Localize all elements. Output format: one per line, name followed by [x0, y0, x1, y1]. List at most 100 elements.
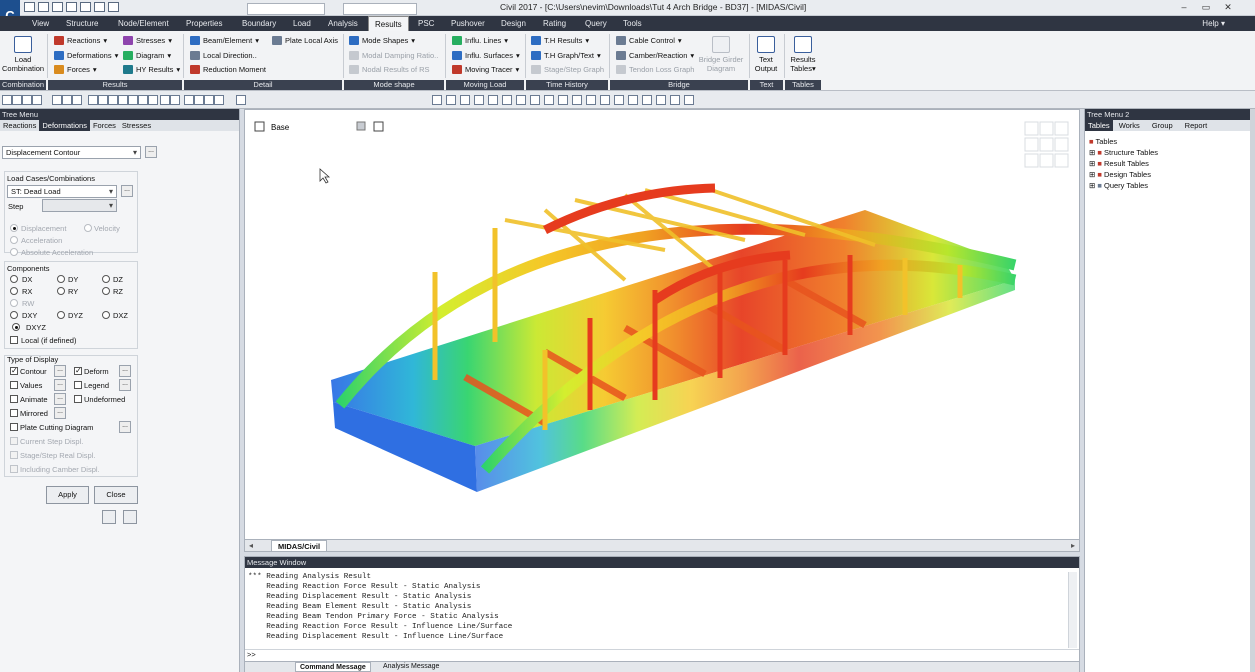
- help-label[interactable]: Help: [1202, 19, 1218, 28]
- restore-icon[interactable]: ▭: [1198, 1, 1214, 14]
- toolbar-tool-icon[interactable]: [236, 95, 246, 105]
- camber-checkbox[interactable]: [10, 465, 18, 473]
- toolbar-tool-icon[interactable]: [22, 95, 32, 105]
- message-scrollbar[interactable]: [1068, 572, 1077, 648]
- toolbar-tool-icon[interactable]: [160, 95, 170, 105]
- influ-surfaces-button[interactable]: Influ. Surfaces ▾: [452, 51, 520, 60]
- menu-boundary[interactable]: Boundary: [242, 16, 276, 31]
- toolbar-view-icon[interactable]: [544, 95, 554, 105]
- save-icon[interactable]: [52, 2, 63, 12]
- hy-results-button[interactable]: HY Results ▾: [123, 65, 180, 74]
- tendon-loss-graph-button[interactable]: Tendon Loss Graph: [616, 65, 694, 74]
- toolbar-select-1[interactable]: [247, 3, 325, 15]
- bridge-model-view[interactable]: Base: [245, 110, 1081, 541]
- toolbar-tool-icon[interactable]: [12, 95, 22, 105]
- step-select[interactable]: [42, 199, 117, 212]
- close-button[interactable]: Close: [94, 486, 138, 504]
- toolbar-view-icon[interactable]: [530, 95, 540, 105]
- radio-velocity[interactable]: [84, 224, 92, 232]
- cable-control-button[interactable]: Cable Control ▾: [616, 36, 682, 45]
- tree-item-query-tables[interactable]: ⊞ ■ Query Tables: [1089, 181, 1148, 190]
- menu-pushover[interactable]: Pushover: [451, 16, 485, 31]
- toolbar-view-icon[interactable]: [558, 95, 568, 105]
- save-as-icon[interactable]: [66, 2, 77, 12]
- close-icon[interactable]: ✕: [1220, 1, 1236, 14]
- deform-options-button[interactable]: ...: [119, 365, 131, 377]
- radio-dxyz[interactable]: [12, 323, 20, 331]
- view-axis-icon-2[interactable]: [373, 121, 384, 132]
- tab-command-message[interactable]: Command Message: [295, 662, 371, 672]
- toolbar-tool-icon[interactable]: [88, 95, 98, 105]
- load-case-select[interactable]: ST: Dead Load: [7, 185, 117, 198]
- toolbar-view-icon[interactable]: [446, 95, 456, 105]
- stresses-button[interactable]: Stresses ▾: [123, 36, 172, 45]
- radio-rx[interactable]: [10, 287, 18, 295]
- radio-rw[interactable]: [10, 299, 18, 307]
- help-menu[interactable]: Help ▾: [1202, 16, 1225, 31]
- tree-item-structure-tables[interactable]: ⊞ ■ Structure Tables: [1089, 148, 1158, 157]
- reduction-moment-button[interactable]: Reduction Moment: [190, 65, 266, 74]
- print-icon[interactable]: [80, 2, 91, 12]
- contour-checkbox[interactable]: ✓: [10, 367, 18, 375]
- toolbar-view-icon[interactable]: [684, 95, 694, 105]
- toolbar-view-icon[interactable]: [502, 95, 512, 105]
- camber-reaction-button[interactable]: Camber/Reaction ▾: [616, 51, 694, 60]
- deform-checkbox[interactable]: ✓: [74, 367, 82, 375]
- load-settings-icon[interactable]: [123, 510, 137, 524]
- toolbar-tool-icon[interactable]: [128, 95, 138, 105]
- toolbar-tool-icon[interactable]: [72, 95, 82, 105]
- tab-analysis-message[interactable]: Analysis Message: [379, 662, 443, 672]
- menu-view[interactable]: View: [32, 16, 49, 31]
- apply-button[interactable]: Apply: [46, 486, 89, 504]
- menu-results[interactable]: Results: [368, 16, 409, 31]
- tab-deformations[interactable]: Deformations: [39, 120, 90, 131]
- toolbar-view-icon[interactable]: [628, 95, 638, 105]
- toolbar-tool-icon[interactable]: [138, 95, 148, 105]
- toolbar-tool-icon[interactable]: [62, 95, 72, 105]
- undo-icon[interactable]: [94, 2, 105, 12]
- th-graph-text-button[interactable]: T.H Graph/Text ▾: [531, 51, 601, 60]
- tab-stresses[interactable]: Stresses: [119, 120, 154, 131]
- toolbar-tool-icon[interactable]: [98, 95, 108, 105]
- menu-structure[interactable]: Structure: [66, 16, 98, 31]
- toolbar-view-icon[interactable]: [460, 95, 470, 105]
- local-checkbox[interactable]: [10, 336, 18, 344]
- display-mode-select[interactable]: Displacement Contour: [2, 146, 141, 159]
- menu-node-element[interactable]: Node/Element: [118, 16, 169, 31]
- command-prompt[interactable]: >>: [245, 649, 1079, 659]
- new-file-icon[interactable]: [24, 2, 35, 12]
- radio-displacement[interactable]: [10, 224, 18, 232]
- toolbar-select-2[interactable]: [343, 3, 417, 15]
- toolbar-tool-icon[interactable]: [184, 95, 194, 105]
- radio-dy[interactable]: [57, 275, 65, 283]
- menu-load[interactable]: Load: [293, 16, 311, 31]
- th-results-button[interactable]: T.H Results ▾: [531, 36, 589, 45]
- bridge-girder-diagram-button[interactable]: Bridge Girder Diagram: [696, 36, 746, 73]
- radio-acceleration[interactable]: [10, 236, 18, 244]
- tab-tables[interactable]: Tables: [1085, 120, 1113, 131]
- radio-dxy[interactable]: [10, 311, 18, 319]
- radio-dyz[interactable]: [57, 311, 65, 319]
- view-cube-icon[interactable]: [1024, 121, 1069, 168]
- load-case-options-button[interactable]: ...: [121, 185, 133, 197]
- toolbar-view-icon[interactable]: [488, 95, 498, 105]
- mode-shapes-button[interactable]: Mode Shapes ▾: [349, 36, 415, 45]
- animate-options-button[interactable]: ...: [54, 393, 66, 405]
- menu-tools[interactable]: Tools: [623, 16, 642, 31]
- toolbar-tool-icon[interactable]: [32, 95, 42, 105]
- tree-root-tables[interactable]: ■ Tables: [1089, 137, 1117, 146]
- values-options-button[interactable]: ...: [54, 379, 66, 391]
- tab-group[interactable]: Group: [1146, 120, 1179, 131]
- load-combination-button[interactable]: Load Combination: [2, 36, 44, 73]
- viewport-tab-midas[interactable]: MIDAS/Civil: [271, 540, 328, 552]
- nodal-results-rs-button[interactable]: Nodal Results of RS: [349, 65, 430, 74]
- toolbar-tool-icon[interactable]: [170, 95, 180, 105]
- tab-scroll-right-icon[interactable]: ▸: [1071, 541, 1075, 550]
- toolbar-tool-icon[interactable]: [52, 95, 62, 105]
- tree-item-design-tables[interactable]: ⊞ ■ Design Tables: [1089, 170, 1151, 179]
- tab-reactions[interactable]: Reactions: [0, 120, 39, 131]
- menu-psc[interactable]: PSC: [418, 16, 434, 31]
- results-tables-button[interactable]: Results Tables▾: [786, 36, 820, 73]
- text-output-button[interactable]: Text Output: [751, 36, 781, 73]
- tab-report[interactable]: Report: [1179, 120, 1214, 131]
